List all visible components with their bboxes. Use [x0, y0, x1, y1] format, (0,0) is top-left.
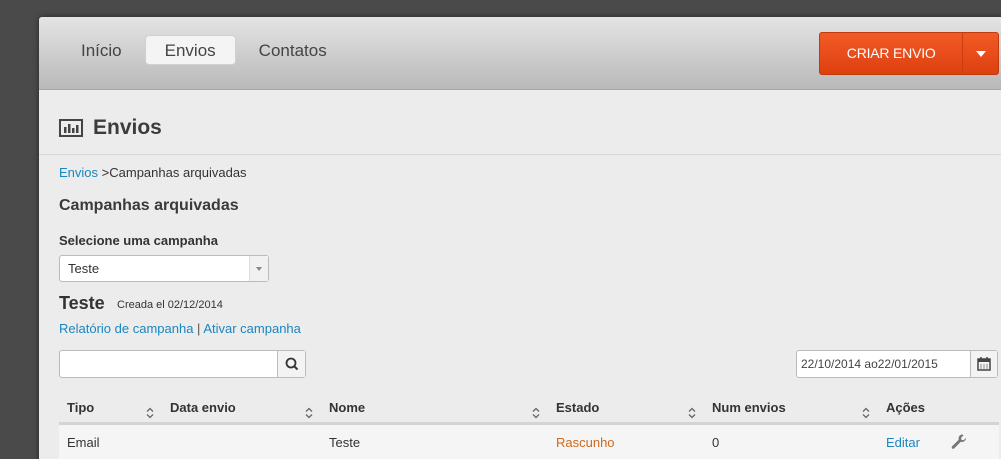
page-header: Envios — [39, 90, 1001, 155]
breadcrumb-link-envios[interactable]: Envios — [59, 165, 98, 180]
column-header-label: Ações — [886, 400, 926, 415]
column-header-label: Estado — [556, 400, 600, 415]
column-header-data-envio[interactable]: Data envio — [162, 390, 321, 422]
search-box — [59, 350, 306, 378]
campaign-select-value: Teste — [68, 261, 100, 276]
campaign-report-link[interactable]: Relatório de campanha — [59, 321, 193, 336]
nav-item-envios[interactable]: Envios — [144, 35, 236, 65]
create-send-button[interactable]: CRIAR ENVIO — [820, 33, 962, 74]
select-arrow[interactable] — [249, 256, 268, 281]
table-header: Tipo Data envio Nome Estado Num envios A… — [59, 390, 999, 425]
campaign-sends-table: Tipo Data envio Nome Estado Num envios A… — [59, 390, 999, 459]
sort-icon[interactable] — [532, 407, 540, 419]
cell-data-envio — [162, 425, 321, 459]
campaign-select[interactable]: Teste — [59, 255, 269, 282]
calendar-button[interactable] — [971, 351, 997, 377]
cell-nome: Teste — [329, 435, 361, 450]
campaign-links: Relatório de campanha | Ativar campanha — [59, 321, 301, 336]
main-nav: Início Envios Contatos — [68, 35, 350, 65]
campaign-select-label: Selecione uma campanha — [59, 233, 218, 248]
column-header-tipo[interactable]: Tipo — [59, 390, 162, 422]
column-header-nome[interactable]: Nome — [321, 390, 548, 422]
campaign-name: Teste — [59, 293, 105, 313]
column-header-label: Nome — [329, 400, 366, 415]
campaign-links-separator: | — [197, 321, 201, 336]
cell-tipo: Email — [67, 435, 100, 450]
sort-icon[interactable] — [862, 407, 870, 419]
bar-chart-icon — [59, 119, 83, 137]
caret-down-icon — [976, 51, 987, 57]
wrench-icon[interactable] — [950, 433, 968, 451]
activate-campaign-link[interactable]: Ativar campanha — [203, 321, 301, 336]
cell-estado: Rascunho — [556, 435, 615, 450]
search-button[interactable] — [277, 351, 305, 377]
column-header-label: Data envio — [170, 400, 236, 415]
campaign-created-date: Creada el 02/12/2014 — [117, 299, 223, 311]
table-row: Email Teste Rascunho 0 Editar — [59, 425, 999, 459]
section-title: Campanhas arquivadas — [59, 197, 239, 214]
cell-acoes: Editar — [878, 425, 999, 459]
create-send-split-button: CRIAR ENVIO — [819, 32, 999, 75]
sort-icon[interactable] — [688, 407, 696, 419]
column-header-acoes: Ações — [878, 390, 999, 422]
edit-link[interactable]: Editar — [886, 435, 920, 459]
column-header-label: Num envios — [712, 400, 786, 415]
column-header-label: Tipo — [67, 400, 95, 415]
nav-item-inicio[interactable]: Início — [68, 35, 135, 65]
app-window: Início Envios Contatos CRIAR ENVIO Envio… — [39, 17, 1001, 459]
sort-icon[interactable] — [305, 407, 313, 419]
top-navigation-bar: Início Envios Contatos CRIAR ENVIO — [39, 17, 1001, 90]
triangle-down-icon — [256, 267, 262, 271]
column-header-estado[interactable]: Estado — [548, 390, 704, 422]
calendar-icon — [977, 357, 991, 371]
create-send-dropdown-toggle[interactable] — [962, 33, 998, 74]
cell-num-envios: 0 — [712, 435, 720, 450]
search-input[interactable] — [60, 351, 277, 377]
breadcrumb-current: Campanhas arquivadas — [109, 165, 247, 180]
breadcrumb: Envios >Campanhas arquivadas — [59, 165, 247, 180]
date-range-value[interactable]: 22/10/2014 ao22/01/2015 — [797, 351, 971, 377]
date-range-picker[interactable]: 22/10/2014 ao22/01/2015 — [796, 350, 998, 378]
page-title: Envios — [93, 116, 162, 139]
sort-icon[interactable] — [146, 407, 154, 419]
nav-item-contatos[interactable]: Contatos — [246, 35, 340, 65]
search-icon — [285, 357, 299, 371]
column-header-num-envios[interactable]: Num envios — [704, 390, 878, 422]
